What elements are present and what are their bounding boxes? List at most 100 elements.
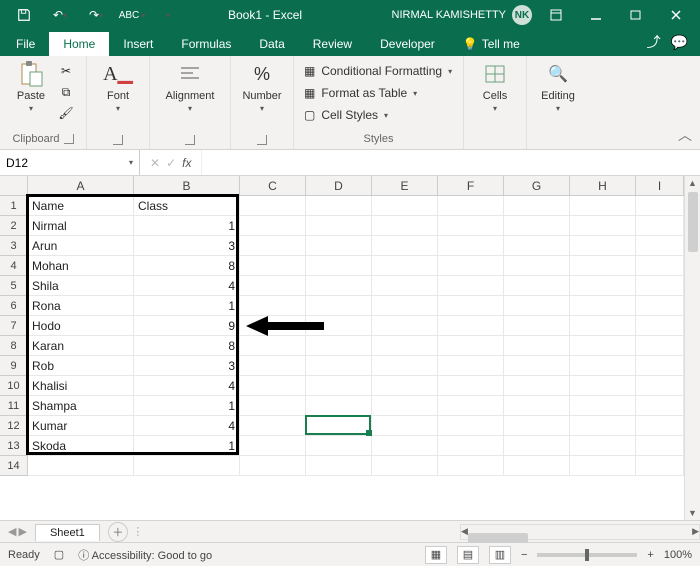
scroll-down-icon[interactable]: ▼: [688, 506, 697, 520]
close-icon[interactable]: [656, 0, 696, 30]
name-box-input[interactable]: [6, 156, 96, 170]
cell[interactable]: 3: [134, 356, 240, 376]
share-icon[interactable]: ⤴: [647, 32, 661, 52]
cell[interactable]: [504, 236, 570, 256]
accessibility-status[interactable]: ⓘ Accessibility: Good to go: [78, 547, 212, 563]
cell[interactable]: [636, 436, 684, 456]
cell[interactable]: [134, 456, 240, 476]
cell[interactable]: [438, 276, 504, 296]
enter-icon[interactable]: ✓: [166, 156, 176, 170]
cell[interactable]: [636, 356, 684, 376]
cell[interactable]: [240, 296, 306, 316]
cell[interactable]: [240, 196, 306, 216]
cell[interactable]: [636, 416, 684, 436]
cell[interactable]: [636, 316, 684, 336]
column-header[interactable]: I: [636, 176, 684, 196]
cell[interactable]: 1: [134, 436, 240, 456]
cell[interactable]: [636, 276, 684, 296]
collapse-ribbon-icon[interactable]: ︿: [678, 125, 692, 145]
cell[interactable]: [438, 356, 504, 376]
name-box[interactable]: ▾: [0, 150, 140, 175]
cell[interactable]: [438, 316, 504, 336]
cell[interactable]: Skoda: [28, 436, 134, 456]
row-header[interactable]: 4: [0, 256, 28, 276]
cell[interactable]: [240, 236, 306, 256]
cell[interactable]: [438, 396, 504, 416]
cell[interactable]: [570, 396, 636, 416]
cell[interactable]: Rob: [28, 356, 134, 376]
cell[interactable]: 1: [134, 296, 240, 316]
cell[interactable]: [570, 256, 636, 276]
cell[interactable]: [504, 436, 570, 456]
tab-insert[interactable]: Insert: [109, 32, 167, 56]
cell[interactable]: Nirmal: [28, 216, 134, 236]
row-header[interactable]: 5: [0, 276, 28, 296]
tab-formulas[interactable]: Formulas: [167, 32, 245, 56]
cell[interactable]: [504, 196, 570, 216]
redo-icon[interactable]: ↷ ▾: [82, 1, 110, 29]
row-header[interactable]: 1: [0, 196, 28, 216]
worksheet-grid[interactable]: ABCDEFGHI 1234567891011121314 NameClassN…: [0, 176, 700, 520]
font-button[interactable]: A▁ Font ▾: [97, 60, 139, 113]
tab-review[interactable]: Review: [299, 32, 366, 56]
cell[interactable]: [504, 296, 570, 316]
tab-developer[interactable]: Developer: [366, 32, 449, 56]
cell[interactable]: [306, 456, 372, 476]
row-header[interactable]: 12: [0, 416, 28, 436]
cell[interactable]: [570, 296, 636, 316]
cell[interactable]: [636, 336, 684, 356]
cell[interactable]: [372, 416, 438, 436]
cell[interactable]: [372, 256, 438, 276]
cell[interactable]: [504, 256, 570, 276]
cell[interactable]: [570, 416, 636, 436]
cell[interactable]: [636, 256, 684, 276]
cell[interactable]: [504, 376, 570, 396]
cell[interactable]: [504, 396, 570, 416]
row-header[interactable]: 13: [0, 436, 28, 456]
paste-button[interactable]: Paste ▾: [10, 60, 52, 113]
chevron-down-icon[interactable]: ▾: [129, 158, 133, 167]
cell[interactable]: [570, 376, 636, 396]
cell[interactable]: [570, 196, 636, 216]
cell[interactable]: [28, 456, 134, 476]
view-page-layout-icon[interactable]: ▤: [457, 546, 479, 564]
cell[interactable]: [372, 316, 438, 336]
cell[interactable]: [240, 376, 306, 396]
vertical-scrollbar[interactable]: ▲ ▼: [684, 176, 700, 520]
column-header[interactable]: E: [372, 176, 438, 196]
row-header[interactable]: 14: [0, 456, 28, 476]
ribbon-display-icon[interactable]: [536, 0, 576, 30]
formula-input[interactable]: [202, 150, 700, 175]
zoom-level[interactable]: 100%: [664, 549, 692, 561]
cell[interactable]: [372, 396, 438, 416]
cell[interactable]: [240, 256, 306, 276]
cell[interactable]: [570, 236, 636, 256]
conditional-formatting-button[interactable]: ▦Conditional Formatting▾: [304, 60, 452, 82]
cell[interactable]: [570, 436, 636, 456]
cell[interactable]: Shila: [28, 276, 134, 296]
cell[interactable]: [306, 196, 372, 216]
cells-button[interactable]: Cells ▾: [474, 60, 516, 113]
cell[interactable]: [372, 236, 438, 256]
scroll-thumb[interactable]: [688, 192, 698, 252]
cell[interactable]: [372, 216, 438, 236]
minimize-icon[interactable]: [576, 0, 616, 30]
view-normal-icon[interactable]: ▦: [425, 546, 447, 564]
number-button[interactable]: % Number ▾: [241, 60, 283, 113]
cell[interactable]: [570, 456, 636, 476]
cell[interactable]: 4: [134, 376, 240, 396]
cell[interactable]: [306, 296, 372, 316]
cell[interactable]: [504, 216, 570, 236]
cell[interactable]: [570, 276, 636, 296]
format-painter-icon[interactable]: 🖌: [56, 104, 76, 122]
cell[interactable]: [438, 296, 504, 316]
cell[interactable]: [306, 256, 372, 276]
cell[interactable]: [438, 436, 504, 456]
cell[interactable]: [636, 296, 684, 316]
cell[interactable]: [438, 216, 504, 236]
cell[interactable]: [438, 456, 504, 476]
maximize-icon[interactable]: [616, 0, 656, 30]
tab-file[interactable]: File: [2, 32, 49, 56]
sheet-nav-prev-icon[interactable]: ◀: [8, 525, 16, 538]
cell[interactable]: Rona: [28, 296, 134, 316]
